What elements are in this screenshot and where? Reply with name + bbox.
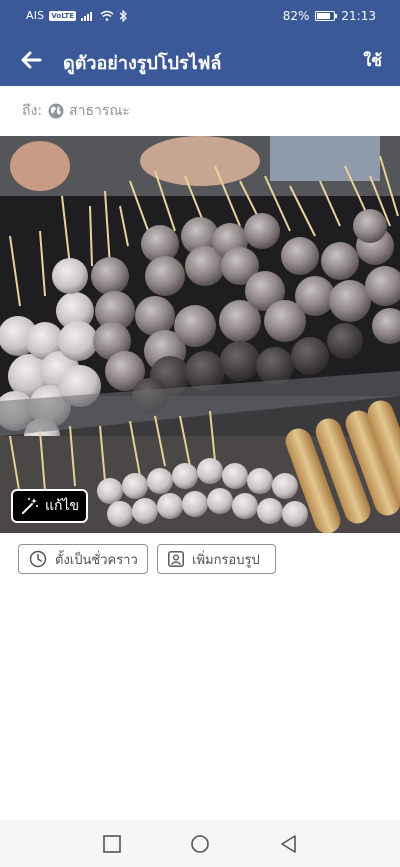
battery-icon <box>315 11 338 21</box>
signal-icon <box>81 11 93 21</box>
meatball-skewers-photo <box>0 136 400 533</box>
wifi-icon <box>100 10 114 21</box>
system-nav-bar <box>0 820 400 867</box>
audience-selector[interactable]: ถึง: สาธารณะ <box>0 86 400 137</box>
status-right: 82% 21:13 <box>283 9 376 23</box>
battery-percent: 82% <box>282 9 310 23</box>
system-back-button[interactable] <box>279 834 299 854</box>
make-temporary-button[interactable]: ตั้งเป็นชั่วคราว <box>18 544 148 574</box>
profile-photo-preview <box>0 136 400 533</box>
home-icon <box>191 835 209 853</box>
magic-wand-icon <box>22 498 38 514</box>
edit-photo-button[interactable]: แก้ไข <box>11 489 88 523</box>
globe-icon <box>48 103 64 119</box>
make-temporary-label: ตั้งเป็นชั่วคราว <box>55 552 138 568</box>
bluetooth-icon <box>119 9 127 22</box>
back-triangle-icon <box>281 835 296 853</box>
arrow-left-icon <box>21 51 42 69</box>
status-bar: AIS VoLTE 82% 21:13 <box>0 0 400 34</box>
clock-time: 21:13 <box>341 9 376 23</box>
recent-apps-button[interactable] <box>102 834 122 854</box>
clock-icon <box>29 550 47 568</box>
app-header: ดูตัวอย่างรูปโปรไฟล์ ใช้ <box>0 34 400 86</box>
recent-apps-icon <box>103 835 121 853</box>
volte-badge: VoLTE <box>49 10 77 21</box>
audience-value: สาธารณะ <box>69 103 130 119</box>
home-button[interactable] <box>190 834 210 854</box>
status-left: AIS VoLTE <box>26 9 127 22</box>
page-title: ดูตัวอย่างรูปโปรไฟล์ <box>63 53 222 74</box>
carrier-name: AIS <box>26 9 45 22</box>
use-button[interactable]: ใช้ <box>363 49 382 74</box>
add-frame-label: เพิ่มกรอบรูป <box>192 552 260 568</box>
profile-frame-icon <box>168 551 184 567</box>
back-button[interactable] <box>14 45 48 75</box>
add-frame-button[interactable]: เพิ่มกรอบรูป <box>157 544 276 574</box>
edit-label: แก้ไข <box>45 498 80 514</box>
audience-label: ถึง: <box>22 103 43 119</box>
